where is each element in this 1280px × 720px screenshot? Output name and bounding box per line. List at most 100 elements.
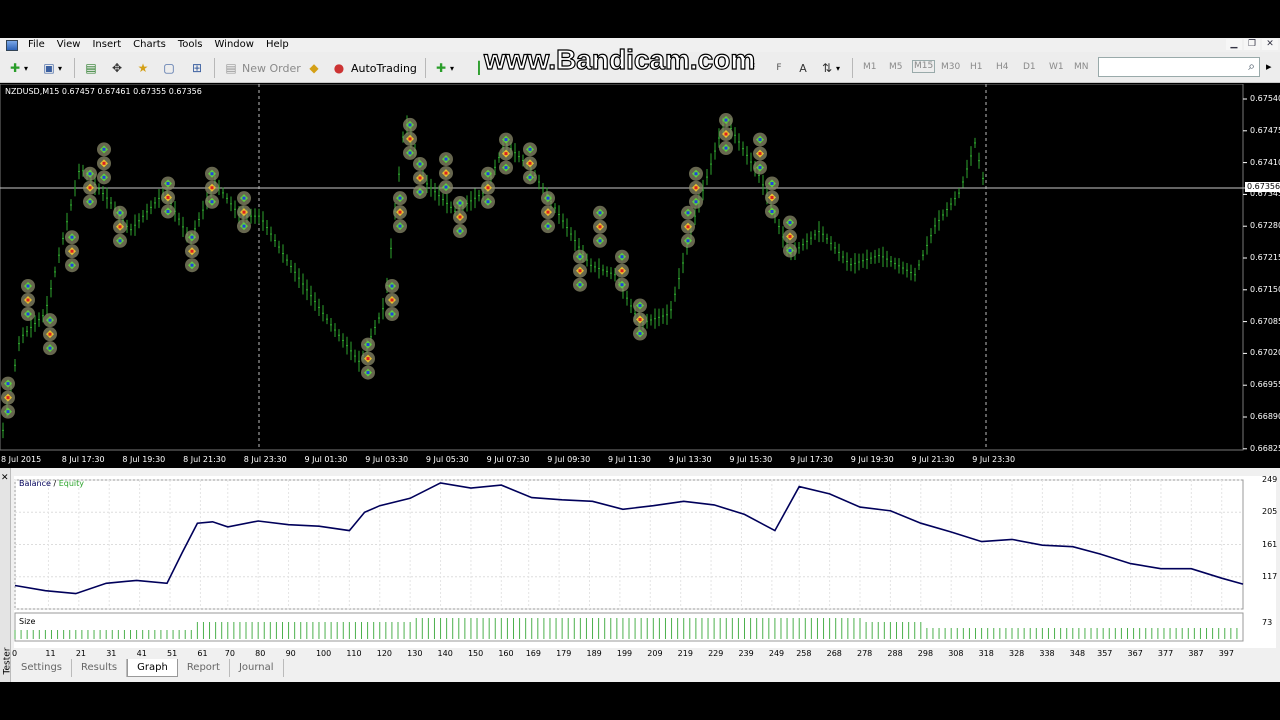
metaeditor-button[interactable]: ◆ <box>305 58 323 78</box>
terminal-button[interactable]: ▢ <box>160 58 178 78</box>
graph-x-label: 100 <box>315 649 332 658</box>
menu-help[interactable]: Help <box>260 39 295 51</box>
trade-arrow <box>48 318 52 322</box>
diamond-icon: ◆ <box>309 61 319 75</box>
tab-results[interactable]: Results <box>72 659 128 677</box>
trade-arrow <box>528 175 532 179</box>
timeframe-w1[interactable]: W1 <box>1049 62 1064 72</box>
trade-arrow <box>444 171 448 175</box>
trade-arrow <box>758 166 762 170</box>
price-axis-label: 0.66890 <box>1250 412 1280 421</box>
graph-y-label: 117 <box>1262 571 1278 581</box>
timeframe-h4[interactable]: H4 <box>996 62 1009 72</box>
window-icon: ▣ <box>43 61 55 75</box>
graph-x-label: 21 <box>75 649 87 658</box>
timeframe-m5[interactable]: M5 <box>889 62 903 72</box>
profiles-button[interactable]: ▣ ▾ <box>40 58 62 78</box>
graph-x-label: 387 <box>1188 649 1204 658</box>
graph-x-label: 318 <box>978 649 994 658</box>
menu-insert[interactable]: Insert <box>86 39 127 51</box>
new-chart-button[interactable]: ✚ ▾ <box>6 58 28 78</box>
time-axis-label: 9 Jul 05:30 <box>425 455 469 464</box>
time-axis-label: 8 Jul 23:30 <box>243 455 287 464</box>
indicators-button[interactable]: ✚ ▾ <box>432 58 454 78</box>
graph-x-label: 209 <box>647 649 663 658</box>
autoscroll-button[interactable]: F <box>770 58 788 78</box>
timeframe-m30[interactable]: M30 <box>941 62 960 72</box>
trade-arrow <box>6 410 10 414</box>
trade-arrow <box>26 298 30 302</box>
autotrading-button[interactable]: ● AutoTrading <box>330 58 417 78</box>
trade-arrow <box>102 161 106 165</box>
market-watch-button[interactable]: ▤ <box>82 58 100 78</box>
add-indicator-icon: ✚ <box>435 61 447 75</box>
timeframe-m1[interactable]: M1 <box>863 62 877 72</box>
menu-tools[interactable]: Tools <box>172 39 209 51</box>
star-icon: ★ <box>137 61 149 75</box>
favorites-button[interactable]: ★ <box>134 58 152 78</box>
graph-x-label: 150 <box>467 649 484 658</box>
trade-arrow <box>694 186 698 190</box>
time-axis-label: 9 Jul 15:30 <box>729 455 773 464</box>
search-icon[interactable]: ⌕ <box>1248 59 1255 74</box>
trade-arrow <box>546 210 550 214</box>
tab-journal[interactable]: Journal <box>230 659 284 677</box>
price-axis-label: 0.66955 <box>1250 380 1280 390</box>
tab-report[interactable]: Report <box>178 659 230 677</box>
text-tool-button[interactable]: A <box>794 58 812 78</box>
graph-x-label: 308 <box>948 649 964 658</box>
search-input[interactable]: ⌕ <box>1098 57 1260 77</box>
timeframe-d1[interactable]: D1 <box>1023 62 1036 72</box>
tab-graph[interactable]: Graph <box>127 659 178 677</box>
minimize-icon[interactable]: ▁ <box>1226 39 1242 50</box>
price-chart[interactable]: NZDUSD,M15 0.67457 0.67461 0.67355 0.673… <box>0 84 1280 468</box>
menu-charts[interactable]: Charts <box>127 39 172 51</box>
trade-arrow <box>458 201 462 205</box>
menu-file[interactable]: File <box>22 39 51 51</box>
trade-arrow <box>408 137 412 141</box>
restore-icon[interactable]: ❐ <box>1244 39 1260 50</box>
trade-arrow <box>504 152 508 156</box>
trade-arrow <box>758 152 762 156</box>
navigator-button[interactable]: ✥ <box>108 58 126 78</box>
trade-arrow <box>686 225 690 229</box>
graph-x-label: 357 <box>1097 649 1113 658</box>
trade-arrow <box>6 382 10 386</box>
trade-arrow <box>486 200 490 204</box>
objects-button[interactable]: ⇅ ▾ <box>818 58 840 78</box>
timeframe-m15[interactable]: M15 <box>912 60 936 73</box>
tab-settings[interactable]: Settings <box>12 659 73 677</box>
price-axis-label: 0.67150 <box>1250 284 1280 294</box>
graph-x-label: 239 <box>738 649 754 658</box>
trade-arrow <box>694 200 698 204</box>
trade-arrow <box>620 255 624 259</box>
new-order-icon: ▤ <box>225 61 237 75</box>
timeframe-h1[interactable]: H1 <box>970 62 983 72</box>
graph-x-label: 80 <box>255 649 266 658</box>
tester-button[interactable]: ⊞ <box>188 58 206 78</box>
trade-arrow <box>88 172 92 176</box>
trade-arrow <box>398 196 402 200</box>
trade-arrow <box>408 123 412 127</box>
trade-arrow <box>398 224 402 228</box>
time-axis-label: 9 Jul 01:30 <box>304 455 348 464</box>
candles-svg <box>0 84 1280 451</box>
trade-arrow <box>724 132 728 136</box>
menu-window[interactable]: Window <box>209 39 260 51</box>
close-icon[interactable]: ✕ <box>1 473 9 483</box>
trade-arrow <box>694 172 698 176</box>
new-order-button[interactable]: ▤ New Order <box>222 58 300 78</box>
time-axis-label: 8 Jul 19:30 <box>122 455 166 464</box>
graph-x-label: 179 <box>556 649 572 658</box>
plus-icon: ✚ <box>9 61 21 75</box>
trade-arrow <box>724 118 728 122</box>
text-a-icon: A <box>799 61 807 75</box>
menu-view[interactable]: View <box>51 39 87 51</box>
trade-arrow <box>504 138 508 142</box>
time-axis-label: 8 Jul 21:30 <box>183 455 226 464</box>
timeframe-mn[interactable]: MN <box>1074 62 1089 72</box>
close-icon[interactable]: ✕ <box>1262 39 1278 50</box>
size-legend: Size <box>19 617 36 626</box>
trade-arrow <box>444 185 448 189</box>
toolbar-overflow-icon[interactable]: ▸ <box>1266 60 1272 73</box>
